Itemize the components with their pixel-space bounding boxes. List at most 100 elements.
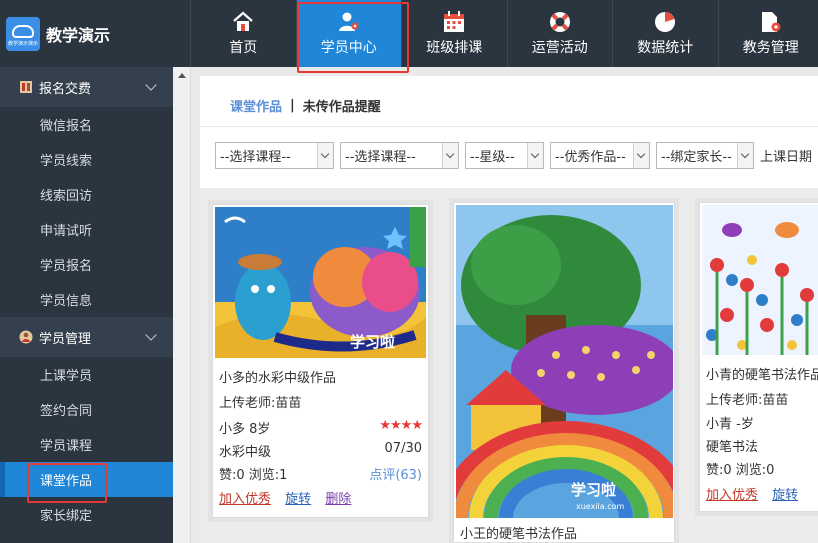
work-title: 小王的硬笔书法作品 <box>460 527 578 542</box>
watermark: 学习啦 <box>350 333 395 351</box>
student-info: 小多 8岁 <box>219 422 271 437</box>
chevron-down-icon[interactable] <box>737 143 753 168</box>
brand[interactable]: 教学演示演示 教学演示 <box>0 0 190 67</box>
nav-label: 首页 <box>229 40 258 56</box>
main-nav: 首页 学员中心 班级排课 运营活动 数据统计 教务管理 <box>190 0 818 73</box>
work-title: 小青的硬笔书法作品 <box>706 368 818 383</box>
sidebar-item-class-works[interactable]: 课堂作品 <box>0 462 173 503</box>
main-content: 课堂作品 | 未传作品提醒 --选择课程-- --选择课程-- --星级-- -… <box>200 76 818 543</box>
pie-chart-icon <box>652 10 678 34</box>
top-bar: 教学演示演示 教学演示 首页 学员中心 班级排课 运营活动 数据统计 教务管理 <box>0 0 818 73</box>
artwork-image[interactable]: 学习啦 xuexila.com <box>456 205 673 518</box>
chevron-down-icon[interactable] <box>317 143 333 168</box>
select-value: --选择课程-- <box>220 150 291 165</box>
course-select-2[interactable]: --选择课程-- <box>340 142 459 169</box>
nav-class-schedule[interactable]: 班级排课 <box>401 0 507 67</box>
chevron-down-icon[interactable] <box>145 329 157 341</box>
nav-label: 学员中心 <box>320 40 377 56</box>
ledger-icon <box>19 80 33 94</box>
card-actions: 加入优秀 旋转 <box>706 484 808 503</box>
student-info: 小青 -岁 <box>706 417 754 432</box>
sidebar-item-wechat-signup[interactable]: 微信报名 <box>0 107 173 142</box>
excellent-select[interactable]: --优秀作品-- <box>550 142 650 169</box>
sidebar-item-lead-followup[interactable]: 线索回访 <box>0 177 173 212</box>
likes-views: 赞:0 浏览:1 <box>219 468 288 483</box>
select-value: --优秀作品-- <box>555 150 626 165</box>
calendar-icon <box>441 10 467 34</box>
work-title: 小多的水彩中级作品 <box>219 371 337 386</box>
rotate-button[interactable]: 旋转 <box>772 488 798 503</box>
chevron-down-icon[interactable] <box>633 143 649 168</box>
work-card: 学习啦 xuexila.com 小王的硬笔书法作品 <box>453 202 675 543</box>
star-select[interactable]: --星级-- <box>465 142 544 169</box>
sidebar: 报名交费 微信报名 学员线索 线索回访 申请试听 学员报名 学员信息 学员管理 … <box>0 67 173 543</box>
scroll-up-arrow-icon[interactable] <box>178 73 186 78</box>
user-gear-icon <box>336 10 362 34</box>
sidebar-group-student-management[interactable]: 学员管理 <box>0 317 173 357</box>
logo-caption: 教学演示演示 <box>8 40 38 47</box>
artwork-image[interactable]: 学习啦 <box>215 207 426 358</box>
work-card: 学习啦 小多的水彩中级作品 上传老师:苗苗 小多 8岁 ★★★★ 水彩中级 07… <box>212 204 429 518</box>
sidebar-group-enrollment[interactable]: 报名交费 <box>0 67 173 107</box>
artwork-image[interactable] <box>702 205 818 355</box>
tab-bar: 课堂作品 | 未传作品提醒 <box>230 96 381 115</box>
lifebuoy-icon <box>547 10 573 34</box>
nav-academic[interactable]: 教务管理 <box>717 0 818 67</box>
gallery: 学习啦 小多的水彩中级作品 上传老师:苗苗 小多 8岁 ★★★★ 水彩中级 07… <box>200 188 818 543</box>
sidebar-item-attending-students[interactable]: 上课学员 <box>0 357 173 392</box>
sidebar-item-student-info[interactable]: 学员信息 <box>0 282 173 317</box>
sidebar-item-trial-request[interactable]: 申请试听 <box>0 212 173 247</box>
select-value: --星级-- <box>470 150 515 165</box>
tab-class-works[interactable]: 课堂作品 <box>230 96 282 115</box>
delete-button[interactable]: 删除 <box>325 492 351 507</box>
uploader-teacher: 上传老师:苗苗 <box>706 393 789 408</box>
card-actions: 加入优秀 旋转 删除 <box>219 488 361 507</box>
sidebar-item-contracts[interactable]: 签约合同 <box>0 392 173 427</box>
brand-title: 教学演示 <box>46 25 111 45</box>
person-badge-icon <box>19 330 33 344</box>
sidebar-item-parent-binding[interactable]: 家长绑定 <box>0 497 173 532</box>
nav-label: 教务管理 <box>742 40 799 56</box>
sidebar-group-label: 报名交费 <box>39 81 92 97</box>
watermark-url: xuexila.com <box>576 502 625 511</box>
tab-missing-works-reminder[interactable]: 未传作品提醒 <box>303 96 381 115</box>
sidebar-item-student-courses[interactable]: 学员课程 <box>0 427 173 462</box>
filter-bar: --选择课程-- --选择课程-- --星级-- --优秀作品-- --绑定家长… <box>215 142 812 169</box>
nav-label: 班级排课 <box>426 40 483 56</box>
course-name: 水彩中级 <box>219 445 272 460</box>
tab-separator: | <box>290 98 295 113</box>
course-name: 硬笔书法 <box>706 440 759 455</box>
watermark: 学习啦 <box>571 481 616 499</box>
work-card: 小青的硬笔书法作品 上传老师:苗苗 小青 -岁 硬笔书法 赞:0 浏览:0 加入… <box>699 202 818 512</box>
divider <box>200 126 818 127</box>
sidebar-item-leads[interactable]: 学员线索 <box>0 142 173 177</box>
sidebar-item-student-signup[interactable]: 学员报名 <box>0 247 173 282</box>
likes-views: 赞:0 浏览:0 <box>706 463 775 478</box>
add-excellent-button[interactable]: 加入优秀 <box>706 488 758 503</box>
nav-label: 数据统计 <box>637 40 694 56</box>
course-select-1[interactable]: --选择课程-- <box>215 142 334 169</box>
chevron-down-icon[interactable] <box>442 143 458 168</box>
class-date: 07/30 <box>384 441 422 456</box>
nav-student-center[interactable]: 学员中心 <box>295 0 408 73</box>
sidebar-group-label: 学员管理 <box>39 331 92 347</box>
nav-statistics[interactable]: 数据统计 <box>612 0 718 67</box>
scrollbar[interactable] <box>173 67 191 543</box>
nav-home[interactable]: 首页 <box>190 0 296 67</box>
home-icon <box>230 10 256 34</box>
rotate-button[interactable]: 旋转 <box>285 492 311 507</box>
chevron-down-icon[interactable] <box>527 143 543 168</box>
review-link[interactable]: 点评(63) <box>369 464 422 483</box>
class-date-label: 上课日期 <box>760 150 813 165</box>
uploader-teacher: 上传老师:苗苗 <box>219 396 302 411</box>
nav-label: 运营活动 <box>531 40 588 56</box>
select-value: --绑定家长-- <box>661 150 732 165</box>
select-value: --选择课程-- <box>345 150 416 165</box>
chevron-down-icon[interactable] <box>145 79 157 91</box>
nav-operations[interactable]: 运营活动 <box>506 0 613 67</box>
star-rating: ★★★★ <box>379 418 423 433</box>
add-excellent-button[interactable]: 加入优秀 <box>219 492 271 507</box>
folder-gear-icon <box>758 10 784 34</box>
parent-binding-select[interactable]: --绑定家长-- <box>656 142 754 169</box>
cloud-logo-icon: 教学演示演示 <box>6 16 40 51</box>
